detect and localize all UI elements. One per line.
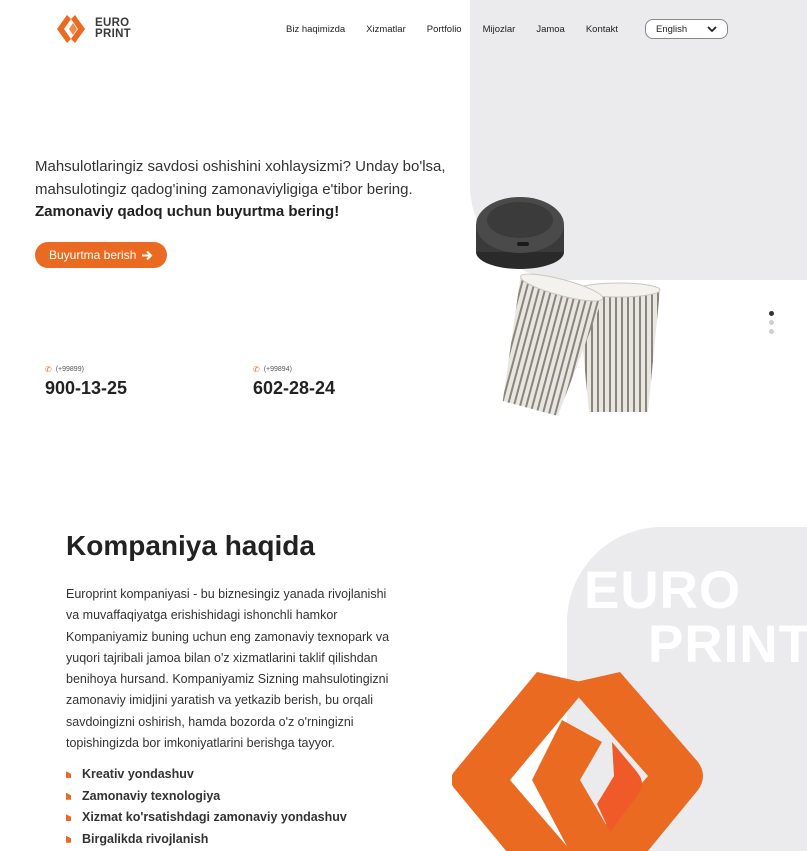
- logo[interactable]: EURO PRINT: [55, 13, 131, 45]
- about-text: Europrint kompaniyasi - bu biznesingiz y…: [66, 587, 390, 751]
- watermark-line1: EURO: [584, 561, 742, 620]
- feature-item: Kreativ yondashuv: [66, 764, 347, 786]
- nav-xizmatlar[interactable]: Xizmatlar: [366, 24, 406, 36]
- slider-dot-3[interactable]: [769, 329, 774, 334]
- main-nav: Biz haqimizda Xizmatlar Portfolio Mijozl…: [286, 24, 639, 36]
- slider-dot-1[interactable]: [769, 311, 774, 316]
- phone-icon: ✆: [253, 365, 260, 374]
- slider-dots: [769, 311, 774, 334]
- paper-cups-image: [476, 197, 661, 416]
- bullet-icon: [66, 771, 71, 779]
- language-value: English: [656, 23, 688, 35]
- slider-dot-2[interactable]: [769, 320, 774, 325]
- feature-item: Xizmat ko'rsatishdagi zamonaviy yondashu…: [66, 807, 347, 829]
- language-select[interactable]: English: [645, 19, 728, 39]
- phone-code-1-text: (+99899): [55, 366, 84, 373]
- logo-icon: [452, 672, 703, 851]
- feature-label: Xizmat ko'rsatishdagi zamonaviy yondashu…: [82, 810, 347, 824]
- bullet-icon: [66, 835, 71, 843]
- phone-code-2: ✆ (+99894): [253, 365, 292, 374]
- feature-label: Zamonaviy texnologiya: [82, 788, 221, 803]
- phone-number-1[interactable]: 900-13-25: [45, 378, 127, 399]
- bullet-icon: [66, 814, 71, 822]
- nav-portfolio[interactable]: Portfolio: [427, 24, 462, 36]
- nav-kontakt[interactable]: Kontakt: [586, 24, 618, 36]
- logo-line2: PRINT: [95, 28, 131, 40]
- logo-icon: [57, 15, 85, 43]
- chevron-down-icon: [707, 25, 717, 32]
- phone-icon: ✆: [45, 365, 52, 374]
- hero-cta-text: Zamonaviy qadoq uchun buyurtma bering!: [35, 203, 340, 220]
- nav-mijozlar[interactable]: Mijozlar: [483, 24, 516, 36]
- order-button[interactable]: Buyurtma berish: [35, 242, 168, 268]
- feature-label: Birgalikda rivojlanish: [82, 831, 209, 846]
- phone-number-2[interactable]: 602-28-24: [253, 378, 335, 399]
- nav-biz-haqimizda[interactable]: Biz haqimizda: [286, 24, 345, 36]
- feature-item: Birgalikda rivojlanish: [66, 829, 347, 851]
- arrow-right-icon: [142, 250, 153, 260]
- nav-jamoa[interactable]: Jamoa: [536, 24, 565, 36]
- bullet-icon: [66, 792, 71, 800]
- about-title: Kompaniya haqida: [66, 530, 315, 561]
- logo-text: EURO PRINT: [95, 17, 131, 40]
- phone-code-1: ✆ (+99899): [45, 365, 84, 374]
- feature-item: Zamonaviy texnologiya: [66, 786, 347, 808]
- feature-label: Kreativ yondashuv: [82, 767, 194, 781]
- features-list: Kreativ yondashuv Zamonaviy texnologiya …: [66, 764, 347, 850]
- hero-text: Mahsulotlaringiz savdosi oshishini xohla…: [35, 158, 446, 198]
- phone-code-2-text: (+99894): [263, 366, 292, 373]
- order-button-label: Buyurtma berish: [49, 248, 137, 262]
- watermark-line2: PRINT: [648, 615, 807, 674]
